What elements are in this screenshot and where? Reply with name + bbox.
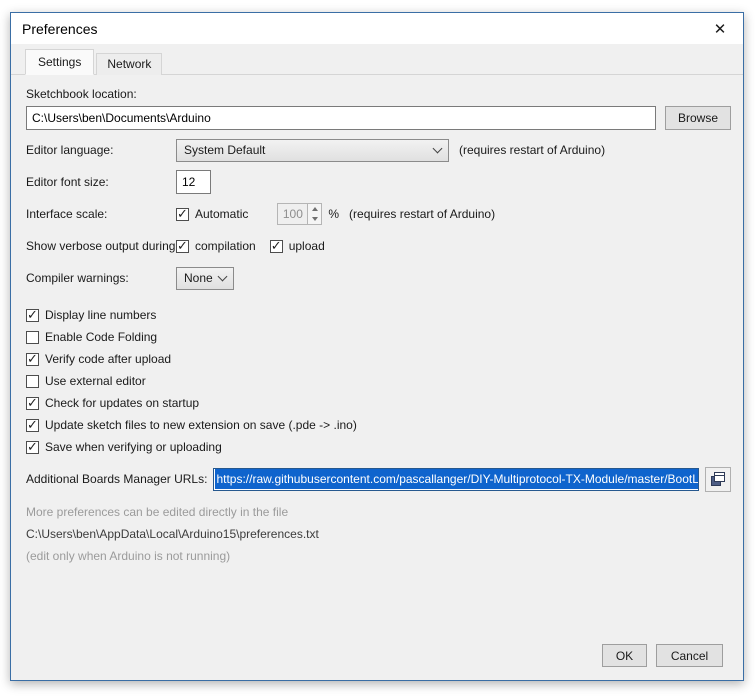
edit-warning-text: (edit only when Arduino is not running) — [26, 549, 731, 563]
sketchbook-location-input[interactable] — [26, 106, 656, 130]
percent-sign: % — [328, 207, 339, 221]
dialog-buttons: OK Cancel — [602, 644, 723, 667]
tab-network[interactable]: Network — [96, 53, 162, 75]
scale-spinner: 100 — [277, 203, 322, 225]
checkbox-label: Use external editor — [45, 374, 146, 388]
new-window-icon — [710, 471, 726, 487]
chevron-down-icon — [433, 143, 443, 153]
editor-font-size-row: Editor font size: — [26, 170, 731, 194]
editor-language-select[interactable]: System Default — [176, 139, 449, 162]
enable-code-folding-checkbox[interactable]: Enable Code Folding — [26, 326, 731, 348]
upload-label: upload — [289, 239, 325, 253]
more-preferences-text: More preferences can be edited directly … — [26, 505, 731, 519]
verbose-output-label: Show verbose output during: — [26, 239, 176, 253]
interface-scale-label: Interface scale: — [26, 207, 176, 221]
spinner-up-button[interactable] — [308, 204, 321, 214]
editor-language-value: System Default — [184, 143, 265, 157]
boards-manager-label: Additional Boards Manager URLs: — [26, 472, 207, 486]
close-icon: ✕ — [714, 20, 727, 38]
automatic-scale-checkbox[interactable]: Automatic — [176, 207, 248, 221]
window-title: Preferences — [11, 21, 97, 37]
titlebar[interactable]: Preferences ✕ — [11, 13, 743, 44]
preferences-file-path: C:\Users\ben\AppData\Local\Arduino15\pre… — [26, 527, 731, 541]
checkbox-icon[interactable] — [270, 240, 283, 253]
display-line-numbers-checkbox[interactable]: Display line numbers — [26, 304, 731, 326]
options-checkbox-list: Display line numbers Enable Code Folding… — [26, 304, 731, 458]
interface-scale-row: Interface scale: Automatic 100 % (requir… — [26, 202, 731, 226]
checkbox-label: Check for updates on startup — [45, 396, 199, 410]
editor-font-size-label: Editor font size: — [26, 175, 176, 189]
compiler-warnings-label: Compiler warnings: — [26, 271, 176, 285]
tab-settings[interactable]: Settings — [25, 49, 94, 75]
browse-button[interactable]: Browse — [665, 106, 731, 130]
checkbox-label: Verify code after upload — [45, 352, 171, 366]
checkbox-icon[interactable] — [176, 240, 189, 253]
use-external-editor-checkbox[interactable]: Use external editor — [26, 370, 731, 392]
sketchbook-location-label: Sketchbook location: — [26, 87, 731, 102]
checkbox-label: Update sketch files to new extension on … — [45, 418, 357, 432]
scale-value: 100 — [277, 203, 308, 225]
checkbox-icon[interactable] — [26, 353, 39, 366]
upload-checkbox[interactable]: upload — [270, 239, 325, 253]
chevron-down-icon — [218, 271, 228, 281]
boards-manager-urls-input[interactable]: https://raw.githubusercontent.com/pascal… — [213, 468, 699, 491]
boards-manager-row: Additional Boards Manager URLs: https://… — [26, 466, 731, 492]
preferences-dialog: Preferences ✕ Settings Network Sketchboo… — [10, 12, 744, 681]
compiler-warnings-value: None — [184, 271, 213, 285]
spinner-down-icon — [312, 217, 318, 221]
automatic-scale-label: Automatic — [195, 207, 248, 221]
editor-language-label: Editor language: — [26, 143, 176, 157]
tab-bar: Settings Network — [11, 44, 743, 75]
editor-language-row: Editor language: System Default (require… — [26, 138, 731, 162]
interface-scale-note: (requires restart of Arduino) — [349, 207, 495, 221]
checkbox-icon[interactable] — [176, 208, 189, 221]
settings-panel: Sketchbook location: Browse Editor langu… — [11, 75, 743, 680]
checkbox-label: Enable Code Folding — [45, 330, 157, 344]
compiler-warnings-select[interactable]: None — [176, 267, 234, 290]
selected-url-text: https://raw.githubusercontent.com/pascal… — [215, 469, 699, 489]
close-button[interactable]: ✕ — [697, 13, 743, 44]
checkbox-label: Save when verifying or uploading — [45, 440, 222, 454]
checkbox-icon[interactable] — [26, 441, 39, 454]
sketchbook-row: Browse — [26, 106, 731, 130]
checkbox-icon[interactable] — [26, 375, 39, 388]
check-for-updates-checkbox[interactable]: Check for updates on startup — [26, 392, 731, 414]
verify-code-after-upload-checkbox[interactable]: Verify code after upload — [26, 348, 731, 370]
spinner-up-icon — [312, 207, 318, 211]
editor-language-note: (requires restart of Arduino) — [459, 143, 605, 157]
cancel-button[interactable]: Cancel — [656, 644, 723, 667]
compiler-warnings-row: Compiler warnings: None — [26, 266, 731, 290]
update-sketch-files-checkbox[interactable]: Update sketch files to new extension on … — [26, 414, 731, 436]
verbose-output-row: Show verbose output during: compilation … — [26, 234, 731, 258]
spinner-down-button[interactable] — [308, 214, 321, 224]
open-urls-editor-button[interactable] — [705, 467, 731, 492]
save-when-verifying-checkbox[interactable]: Save when verifying or uploading — [26, 436, 731, 458]
scale-spinner-buttons — [308, 203, 322, 225]
editor-font-size-input[interactable] — [176, 170, 211, 194]
compilation-label: compilation — [195, 239, 256, 253]
checkbox-label: Display line numbers — [45, 308, 156, 322]
checkbox-icon[interactable] — [26, 309, 39, 322]
checkbox-icon[interactable] — [26, 419, 39, 432]
checkbox-icon[interactable] — [26, 331, 39, 344]
ok-button[interactable]: OK — [602, 644, 647, 667]
checkbox-icon[interactable] — [26, 397, 39, 410]
compilation-checkbox[interactable]: compilation — [176, 239, 256, 253]
